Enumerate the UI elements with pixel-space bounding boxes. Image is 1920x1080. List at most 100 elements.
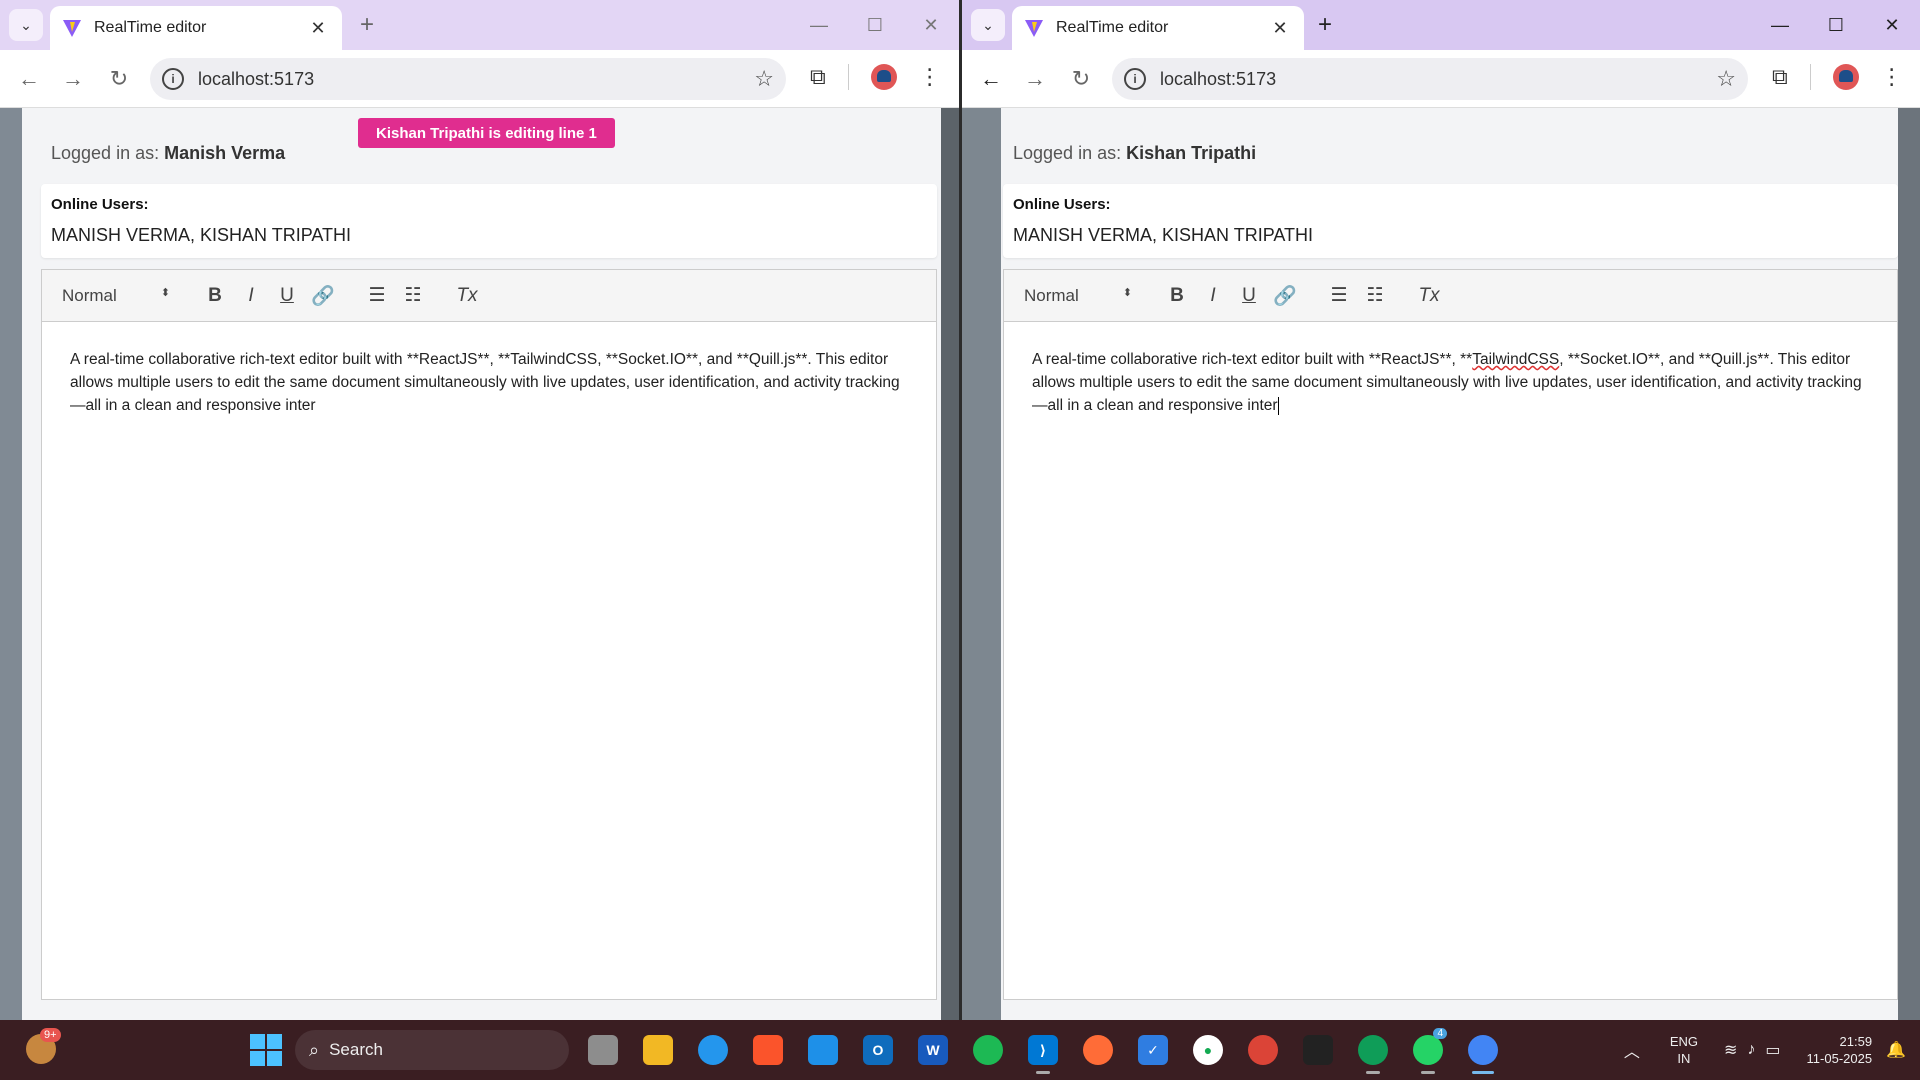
clear-format-icon[interactable]: Tx	[450, 279, 484, 313]
chrome-active-icon[interactable]	[1462, 1030, 1504, 1074]
maximize-icon[interactable]: ☐	[847, 8, 903, 42]
site-info-icon[interactable]: i	[1124, 68, 1146, 90]
tab-search-chevron-icon[interactable]: ⌄	[9, 9, 43, 41]
docker-icon[interactable]	[692, 1030, 734, 1070]
mongodb-icon[interactable]: ●	[1187, 1030, 1229, 1070]
tab-realtime-editor[interactable]: RealTime editor ✕	[1012, 6, 1304, 50]
search-icon: ⌕	[309, 1039, 320, 1060]
close-window-icon[interactable]: ✕	[1864, 8, 1920, 42]
underline-icon[interactable]: U	[270, 279, 304, 313]
minimize-icon[interactable]: —	[791, 8, 847, 42]
kebab-menu-icon[interactable]: ⋮	[919, 64, 941, 90]
address-bar[interactable]: i localhost:5173 ☆	[150, 58, 786, 100]
bullet-list-icon[interactable]: ☷	[396, 279, 430, 313]
todo-icon[interactable]: ✓	[1132, 1030, 1174, 1070]
extensions-icon[interactable]: ⧉	[1772, 64, 1788, 90]
profile-avatar[interactable]	[870, 64, 897, 90]
bold-icon[interactable]: B	[1160, 279, 1194, 313]
underline-icon[interactable]: U	[1232, 279, 1266, 313]
link-icon[interactable]: 🔗	[1268, 279, 1302, 313]
brave-icon[interactable]	[747, 1030, 789, 1070]
bold-icon[interactable]: B	[198, 279, 232, 313]
whatsapp-icon[interactable]: 4	[1407, 1028, 1449, 1074]
ordered-list-icon[interactable]: ☰	[1322, 279, 1356, 313]
back-icon[interactable]: ←	[14, 64, 44, 94]
battery-icon[interactable]: ▭	[1765, 1040, 1780, 1060]
clear-format-icon[interactable]: Tx	[1412, 279, 1446, 313]
tab-close-icon[interactable]: ✕	[306, 18, 330, 39]
clock[interactable]: 21:59 11-05-2025	[1807, 1033, 1873, 1067]
maximize-icon[interactable]: ☐	[1808, 8, 1864, 42]
select-arrows-icon: ⬍	[160, 286, 170, 299]
toolbar-divider	[847, 64, 849, 90]
link-icon[interactable]: 🔗	[306, 279, 340, 313]
bullet-list-icon[interactable]: ☷	[1358, 279, 1392, 313]
online-users-card: Online Users: MANISH VERMA, KISHAN TRIPA…	[1003, 184, 1898, 258]
spotify-icon[interactable]	[967, 1030, 1009, 1070]
wifi-icon[interactable]: ≋	[1724, 1040, 1737, 1060]
editor-content[interactable]: A real-time collaborative rich-text edit…	[42, 322, 936, 443]
editor-toolbar: Normal ⬍ B I U 🔗 ☰ ☷ Tx	[1004, 270, 1897, 322]
toolbar-actions: ⧉ ⋮	[810, 64, 941, 90]
new-tab-button[interactable]: +	[352, 10, 382, 40]
postman-icon[interactable]	[1077, 1030, 1119, 1070]
vscode-icon[interactable]: ⟩	[1022, 1030, 1064, 1074]
online-users-list: MANISH VERMA, KISHAN TRIPATHI	[1013, 225, 1314, 245]
italic-icon[interactable]: I	[1196, 279, 1230, 313]
app-content: Kishan Tripathi is editing line 1 Logged…	[22, 108, 937, 1020]
tab-realtime-editor[interactable]: RealTime editor ✕	[50, 6, 342, 50]
tab-close-icon[interactable]: ✕	[1268, 18, 1292, 39]
outlook-icon[interactable]: O	[857, 1030, 899, 1070]
editor-content[interactable]: A real-time collaborative rich-text edit…	[1004, 322, 1897, 443]
windows-taskbar: 9+ ⌕ Search O W ⟩ ✓ ● 4 ︿ ENG IN ≋ ♪ ▭ 2…	[0, 1020, 1920, 1080]
url-text: localhost:5173	[1160, 68, 1277, 89]
start-windows-icon[interactable]	[250, 1034, 282, 1066]
format-select[interactable]: Normal ⬍	[1024, 286, 1132, 306]
weather-widget-icon[interactable]: 9+	[26, 1028, 61, 1064]
date: 11-05-2025	[1806, 1051, 1873, 1066]
bookmark-star-icon[interactable]: ☆	[1716, 66, 1736, 92]
word-icon[interactable]: W	[912, 1030, 954, 1070]
minimize-icon[interactable]: —	[1752, 8, 1808, 42]
bookmark-star-icon[interactable]: ☆	[754, 66, 774, 92]
kebab-menu-icon[interactable]: ⋮	[1881, 64, 1903, 90]
language-indicator[interactable]: ENG IN	[1670, 1033, 1698, 1067]
tab-title: RealTime editor	[1056, 19, 1169, 36]
reload-icon[interactable]: ↻	[1066, 64, 1096, 94]
extensions-icon[interactable]: ⧉	[810, 64, 826, 90]
browser-window-right: ⌄ RealTime editor ✕ + — ☐ ✕ ← → ↻ i loca…	[962, 0, 1920, 1020]
tab-search-chevron-icon[interactable]: ⌄	[971, 9, 1005, 41]
task-view-icon[interactable]	[582, 1030, 624, 1070]
notification-bell-icon[interactable]: 🔔	[1886, 1040, 1906, 1060]
chrome-icon[interactable]	[1242, 1030, 1284, 1070]
italic-icon[interactable]: I	[234, 279, 268, 313]
rich-text-editor: Normal ⬍ B I U 🔗 ☰ ☷ Tx A real-time coll…	[41, 269, 937, 1000]
tray-chevron-icon[interactable]: ︿	[1624, 1038, 1640, 1062]
microsoft-store-icon[interactable]	[802, 1030, 844, 1070]
back-icon[interactable]: ←	[976, 64, 1006, 94]
chrome-profile-icon[interactable]	[1352, 1030, 1394, 1074]
lang-line-2: IN	[1677, 1051, 1691, 1066]
new-tab-button[interactable]: +	[1310, 10, 1340, 40]
logged-in-user: Kishan Tripathi	[1126, 143, 1257, 163]
file-explorer-icon[interactable]	[637, 1030, 679, 1070]
site-info-icon[interactable]: i	[162, 68, 184, 90]
window-controls: — ☐ ✕	[791, 8, 959, 42]
format-select[interactable]: Normal ⬍	[62, 286, 170, 306]
page-right-edge	[1898, 108, 1920, 1020]
taskbar-search[interactable]: ⌕ Search	[295, 1030, 569, 1070]
editor-text-part: A real-time collaborative rich-text edit…	[1032, 351, 1473, 368]
widget-badge: 9+	[40, 1028, 61, 1042]
close-window-icon[interactable]: ✕	[903, 8, 959, 42]
ordered-list-icon[interactable]: ☰	[360, 279, 394, 313]
reload-icon[interactable]: ↻	[104, 64, 134, 94]
editing-notice-badge: Kishan Tripathi is editing line 1	[358, 118, 615, 148]
profile-avatar[interactable]	[1832, 64, 1859, 90]
logged-in-text: Logged in as: Kishan Tripathi	[1013, 143, 1256, 164]
forward-icon[interactable]: →	[1020, 64, 1050, 94]
forward-icon[interactable]: →	[58, 64, 88, 94]
address-bar[interactable]: i localhost:5173 ☆	[1112, 58, 1748, 100]
volume-icon[interactable]: ♪	[1747, 1041, 1755, 1059]
epic-games-icon[interactable]	[1297, 1030, 1339, 1070]
toolbar-divider	[1809, 64, 1811, 90]
